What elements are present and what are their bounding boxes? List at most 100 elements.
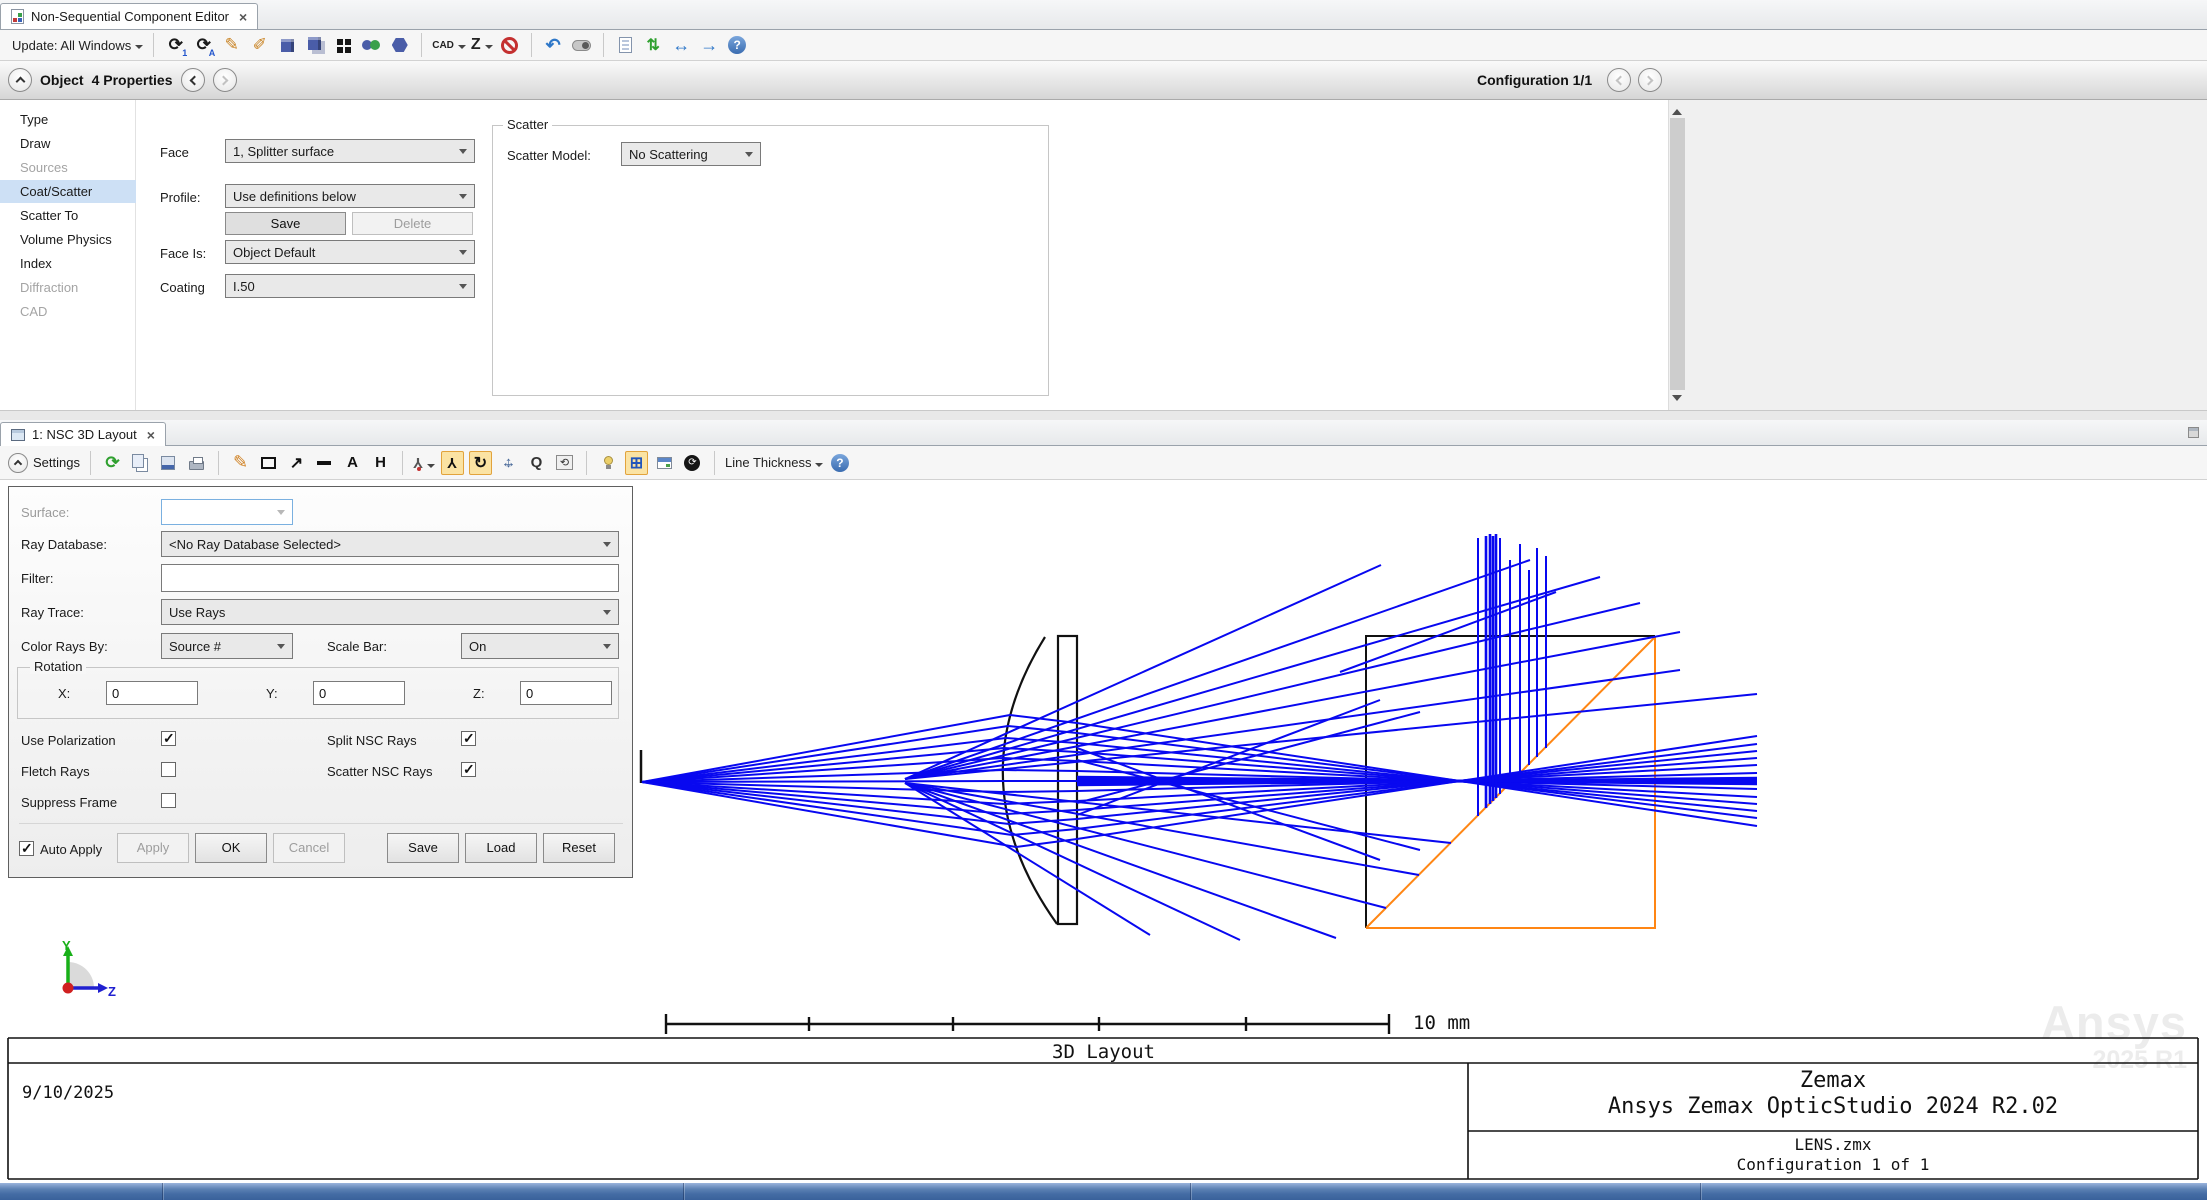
axis-y-label: Y — [62, 938, 71, 953]
tab-nsc-3d-layout[interactable]: 1: NSC 3D Layout × — [0, 422, 166, 446]
edit-object-icon[interactable]: ✎ — [220, 33, 243, 57]
sidebar-item-index[interactable]: Index — [0, 252, 136, 275]
sidebar-item-volume-physics[interactable]: Volume Physics — [0, 228, 136, 251]
rotation-y-input[interactable] — [313, 681, 405, 705]
coating-dropdown[interactable]: I.50 — [225, 274, 475, 298]
grid-view-icon[interactable] — [332, 33, 355, 57]
split-nsc-rays-checkbox[interactable] — [461, 731, 476, 746]
detector-dots-icon[interactable] — [360, 33, 383, 57]
auto-apply-label: Auto Apply — [40, 842, 102, 857]
zemax-menu-button[interactable]: Z — [471, 36, 493, 54]
scatter-model-dropdown[interactable]: No Scattering — [621, 142, 761, 166]
coating-label: Coating — [160, 280, 205, 295]
scrollbar-thumb[interactable] — [1670, 118, 1685, 390]
scroll-down-icon[interactable] — [1672, 395, 1682, 406]
scroll-up-icon[interactable] — [1672, 104, 1682, 115]
line-thickness-button[interactable]: Line Thickness — [725, 455, 823, 471]
copy-object-icon[interactable] — [304, 33, 327, 57]
auto-apply-checkbox[interactable] — [19, 841, 34, 856]
use-polarization-checkbox[interactable] — [161, 731, 176, 746]
undo-arrow-icon[interactable]: ↶ — [542, 33, 565, 57]
up-scatter-fan — [905, 560, 1757, 779]
filter-input[interactable] — [161, 564, 619, 592]
scale-bar-dropdown[interactable]: On — [461, 633, 619, 659]
zoom-tool-icon[interactable]: Q — [525, 451, 548, 475]
line-arrow-icon[interactable]: ↗ — [285, 451, 308, 475]
tab-nsc-editor[interactable]: Non-Sequential Component Editor × — [0, 3, 258, 29]
move-tool-icon[interactable]: ↔↕ — [497, 451, 520, 475]
toggle-icon[interactable] — [570, 33, 593, 57]
prev-object-button[interactable] — [181, 68, 205, 92]
object-label: Object — [40, 72, 84, 88]
profile-delete-button[interactable]: Delete — [352, 212, 473, 235]
face-is-dropdown[interactable]: Object Default — [225, 240, 475, 264]
next-config-button[interactable] — [1638, 68, 1662, 92]
rotation-z-input[interactable] — [520, 681, 612, 705]
cad-menu-button[interactable]: CAD — [432, 37, 466, 53]
prev-config-button[interactable] — [1607, 68, 1631, 92]
suppress-frame-checkbox[interactable] — [161, 793, 176, 808]
save-button[interactable]: Save — [387, 833, 459, 863]
rotation-groupbox: Rotation X: Y: Z: — [17, 667, 619, 719]
cancel-button[interactable]: Cancel — [273, 833, 345, 863]
auto-rotate-icon[interactable]: ⟳ — [681, 451, 704, 475]
source-fan — [642, 715, 1016, 847]
pencil-icon[interactable]: ✎ — [229, 451, 252, 475]
apply-button[interactable]: Apply — [117, 833, 189, 863]
properties-scrollbar[interactable] — [1668, 100, 1686, 410]
rotate-tool-icon[interactable]: ↻ — [469, 451, 492, 475]
scatter-nsc-rays-checkbox[interactable] — [461, 762, 476, 777]
no-symbol-icon[interactable] — [498, 33, 521, 57]
save-icon[interactable] — [157, 451, 180, 475]
revert-view-icon[interactable]: ⟲ — [553, 451, 576, 475]
ray-trace-dropdown[interactable]: Use Rays — [161, 599, 619, 625]
taskbar[interactable] — [0, 1183, 2207, 1200]
update-all-icon[interactable]: ⟳A — [192, 33, 215, 57]
reset-button[interactable]: Reset — [543, 833, 615, 863]
help-icon[interactable]: ? — [726, 33, 749, 57]
help-icon[interactable]: ? — [828, 451, 851, 475]
update-once-icon[interactable]: ⟳1 — [164, 33, 187, 57]
load-button[interactable]: Load — [465, 833, 537, 863]
insert-object-icon[interactable] — [276, 33, 299, 57]
sidebar-item-scatter-to[interactable]: Scatter To — [0, 204, 136, 227]
spreadsheet-icon[interactable] — [614, 33, 637, 57]
fit-width-icon[interactable]: ↔ — [670, 33, 693, 57]
sidebar-item-coat-scatter[interactable]: Coat/Scatter — [0, 180, 136, 203]
ray-aiming-icon[interactable]: Y — [413, 451, 436, 475]
pan-tool-icon[interactable]: Y — [441, 451, 464, 475]
tabstrip-corner-icon[interactable] — [2188, 427, 2199, 438]
lamp-icon[interactable] — [597, 451, 620, 475]
ray-database-dropdown[interactable]: <No Ray Database Selected> — [161, 531, 619, 557]
text-tool-icon[interactable]: A — [341, 451, 364, 475]
next-object-button[interactable] — [213, 68, 237, 92]
color-rays-by-dropdown[interactable]: Source # — [161, 633, 293, 659]
window-separator[interactable] — [0, 410, 2207, 420]
fill-frame-icon[interactable]: ⊞ — [625, 451, 648, 475]
profile-dropdown[interactable]: Use definitions below — [225, 184, 475, 208]
refresh-icon[interactable]: ⟳ — [101, 451, 124, 475]
swap-rows-icon[interactable]: ⇅ — [642, 33, 665, 57]
copy-icon[interactable] — [129, 451, 152, 475]
profile-save-button[interactable]: Save — [225, 212, 346, 235]
rotation-x-input[interactable] — [106, 681, 198, 705]
editor-tab-close-icon[interactable]: × — [239, 9, 247, 25]
face-dropdown[interactable]: 1, Splitter surface — [225, 139, 475, 163]
sidebar-item-draw[interactable]: Draw — [0, 132, 136, 155]
go-arrow-icon[interactable]: → — [698, 33, 721, 57]
fletch-rays-checkbox[interactable] — [161, 762, 176, 777]
copy-window-icon[interactable] — [653, 451, 676, 475]
polygon-object-icon[interactable] — [388, 33, 411, 57]
print-icon[interactable] — [185, 451, 208, 475]
collapse-properties-button[interactable] — [8, 68, 32, 92]
sidebar-item-type[interactable]: Type — [0, 108, 136, 131]
ok-button[interactable]: OK — [195, 833, 267, 863]
modify-object-icon[interactable]: ✐ — [248, 33, 271, 57]
update-windows-button[interactable]: Update: All Windows — [12, 37, 143, 53]
rectangle-tool-icon[interactable] — [257, 451, 280, 475]
toolbar-separator — [531, 33, 532, 57]
layout-tab-close-icon[interactable]: × — [147, 427, 155, 443]
thick-line-icon[interactable] — [313, 451, 336, 475]
settings-expand-button[interactable] — [8, 453, 28, 473]
dimension-tool-icon[interactable]: H — [369, 451, 392, 475]
